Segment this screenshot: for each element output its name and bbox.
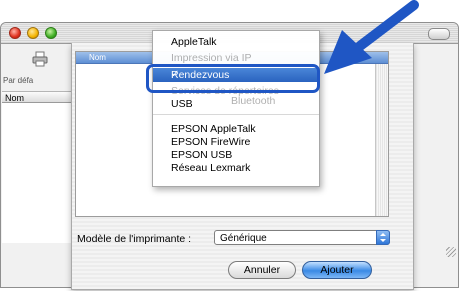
printer-model-value: Générique xyxy=(220,233,267,244)
printer-model-select[interactable]: Générique xyxy=(214,230,390,245)
minimize-button[interactable] xyxy=(27,27,39,39)
cancel-button[interactable]: Annuler xyxy=(228,261,296,279)
menu-item-epson-usb[interactable]: EPSON USB xyxy=(153,148,319,162)
printer-icon xyxy=(32,51,48,67)
printer-list[interactable] xyxy=(2,103,73,243)
column-header-name[interactable]: Nom xyxy=(2,91,72,103)
printer-model-label: Modèle de l'imprimante : xyxy=(77,233,192,245)
menu-item-epson-appletalk[interactable]: EPSON AppleTalk xyxy=(153,122,319,136)
select-arrows-icon xyxy=(376,230,390,245)
close-button[interactable] xyxy=(9,27,21,39)
menu-separator xyxy=(153,114,319,115)
toolbar-label: Par défa xyxy=(3,76,34,85)
menu-item-epson-firewire[interactable]: EPSON FireWire xyxy=(153,135,319,149)
menu-item-bluetooth[interactable]: Bluetooth xyxy=(213,94,313,108)
zoom-button[interactable] xyxy=(45,27,57,39)
list-scrollbar[interactable] xyxy=(375,64,388,216)
toolbar-default-printer[interactable]: Par défa xyxy=(1,44,71,90)
menu-item-ip-printing[interactable]: Impression via IP xyxy=(153,51,319,65)
toolbar-toggle-button[interactable] xyxy=(428,28,450,40)
connection-type-menu: AppleTalk Impression via IP ✓ Rendezvous … xyxy=(152,30,320,187)
resize-grip-icon[interactable] xyxy=(446,247,456,257)
add-button[interactable]: Ajouter xyxy=(302,261,372,279)
callout-arrow-icon xyxy=(324,0,419,74)
callout-highlight xyxy=(146,64,320,93)
menu-item-reseau-lexmark[interactable]: Réseau Lexmark xyxy=(153,161,319,175)
menu-item-appletalk[interactable]: AppleTalk xyxy=(153,35,319,49)
